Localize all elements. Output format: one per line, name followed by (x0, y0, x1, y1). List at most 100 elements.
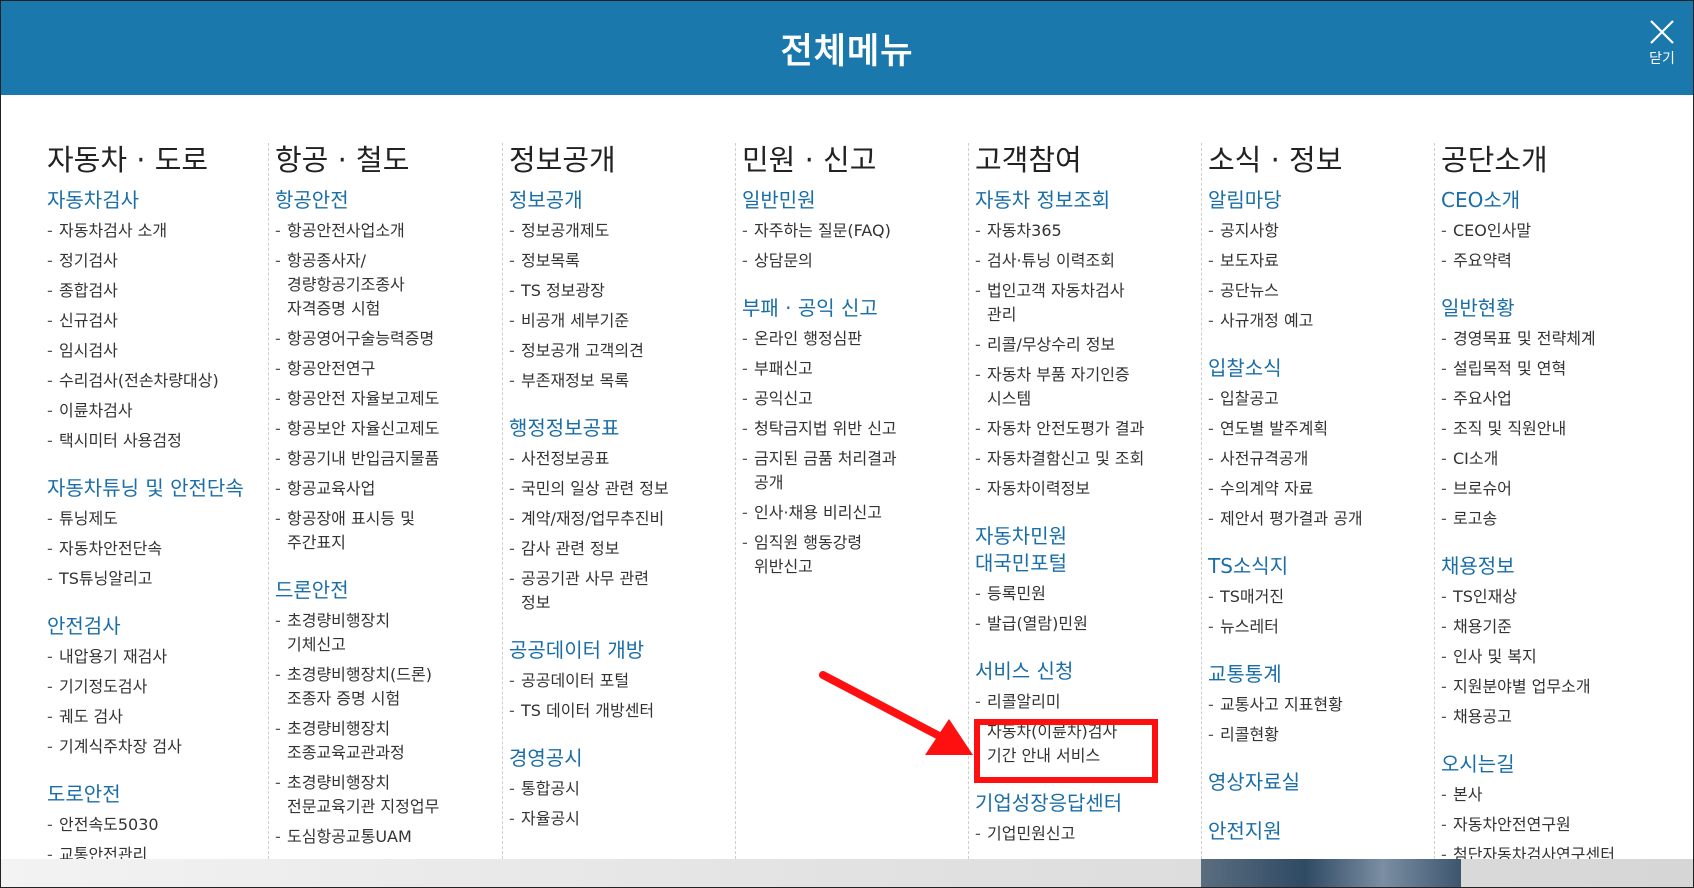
menu-item-link[interactable]: 자동차 부품 자기인증 시스템 (975, 363, 1194, 411)
menu-item-link[interactable]: 주요사업 (1441, 387, 1668, 411)
menu-item-link[interactable]: 교통안전관리 (47, 843, 261, 859)
column-title[interactable]: 공단소개 (1441, 143, 1674, 177)
section-title-link[interactable]: 교통통계 (1208, 661, 1427, 688)
menu-item-link[interactable]: 튜닝제도 (47, 507, 261, 531)
menu-item-link[interactable]: 택시미터 사용검정 (47, 429, 261, 453)
section-title-link[interactable]: 일반민원 (742, 187, 961, 214)
section-title-link[interactable]: 입찰소식 (1208, 355, 1427, 382)
menu-item-link[interactable]: 제안서 평가결과 공개 (1208, 507, 1427, 531)
menu-item-link[interactable]: 기계식주차장 검사 (47, 735, 261, 759)
section-title-link[interactable]: 행정정보공표 (509, 415, 728, 442)
menu-item-link[interactable]: 공단뉴스 (1208, 279, 1427, 303)
menu-item-link[interactable]: 항공안전사업소개 (275, 219, 494, 243)
menu-item-link[interactable]: 이륜차검사 (47, 399, 261, 423)
menu-item-link[interactable]: 자율공시 (509, 807, 728, 831)
section-title-link[interactable]: CEO소개 (1441, 187, 1674, 214)
menu-item-link[interactable]: 인사 및 복지 (1441, 645, 1668, 669)
menu-item-link[interactable]: 자주하는 질문(FAQ) (742, 219, 961, 243)
section-title-link[interactable]: 안전검사 (47, 613, 261, 640)
section-title-link[interactable]: 기업성장응답센터 (975, 790, 1194, 817)
menu-item-link[interactable]: 국민의 일상 관련 정보 (509, 477, 728, 501)
menu-item-link[interactable]: 본사 (1441, 783, 1668, 807)
menu-item-link[interactable]: 정보목록 (509, 249, 728, 273)
menu-item-link[interactable]: 항공보안 자율신고제도 (275, 417, 494, 441)
section-title-link[interactable]: 오시는길 (1441, 751, 1674, 778)
menu-item-link[interactable]: 법인고객 자동차검사 관리 (975, 279, 1194, 327)
menu-item-link[interactable]: 등록민원 (975, 582, 1194, 606)
menu-item-link[interactable]: 사전규격공개 (1208, 447, 1427, 471)
menu-item-link[interactable]: 공익신고 (742, 387, 961, 411)
menu-item-link[interactable]: 보도자료 (1208, 249, 1427, 273)
menu-item-link[interactable]: 발급(열람)민원 (975, 612, 1194, 636)
section-title-link[interactable]: 일반현황 (1441, 295, 1674, 322)
menu-item-link[interactable]: 사전정보공표 (509, 447, 728, 471)
menu-item-link[interactable]: 경영목표 및 전략체계 (1441, 327, 1668, 351)
menu-item-link[interactable]: 자동차검사 소개 (47, 219, 261, 243)
menu-item-link[interactable]: 내압용기 재검사 (47, 645, 261, 669)
menu-item-link[interactable]: 온라인 행정심판 (742, 327, 961, 351)
section-title-link[interactable]: 자동차 정보조회 (975, 187, 1194, 214)
menu-item-link[interactable]: 조직 및 직원안내 (1441, 417, 1668, 441)
menu-item-link[interactable]: TS튜닝알리고 (47, 567, 261, 591)
menu-item-link[interactable]: 로고송 (1441, 507, 1668, 531)
column-title[interactable]: 민원 · 신고 (742, 143, 961, 177)
section-title-link[interactable]: 알림마당 (1208, 187, 1427, 214)
section-title-link[interactable]: 공공데이터 개방 (509, 637, 728, 664)
menu-item-link[interactable]: 정보공개 고객의견 (509, 339, 728, 363)
menu-item-link[interactable]: 검사·튜닝 이력조회 (975, 249, 1194, 273)
menu-item-link[interactable]: 설립목적 및 연혁 (1441, 357, 1668, 381)
section-title-link[interactable]: 자동차튜닝 및 안전단속 (47, 475, 261, 502)
menu-item-link[interactable]: 공지사항 (1208, 219, 1427, 243)
section-title-link[interactable]: 영상자료실 (1208, 769, 1427, 796)
menu-item-link[interactable]: CI소개 (1441, 447, 1668, 471)
menu-item-link[interactable]: 채용공고 (1441, 705, 1668, 729)
section-title-link[interactable]: 부패 · 공익 신고 (742, 295, 961, 322)
menu-item-link[interactable]: 정보공개제도 (509, 219, 728, 243)
menu-item-link[interactable]: TS 정보광장 (509, 279, 728, 303)
column-title[interactable]: 소식 · 정보 (1208, 143, 1427, 177)
menu-item-link[interactable]: 입찰공고 (1208, 387, 1427, 411)
menu-item-link[interactable]: CEO인사말 (1441, 219, 1668, 243)
menu-item-link[interactable]: 첨단자동차검사연구센터 (1441, 843, 1668, 859)
menu-item-link[interactable]: 부패신고 (742, 357, 961, 381)
menu-item-link[interactable]: 자동차이력정보 (975, 477, 1194, 501)
menu-item-link[interactable]: 청탁금지법 위반 신고 (742, 417, 961, 441)
menu-item-link[interactable]: 도심항공교통UAM (275, 825, 494, 849)
menu-item-link[interactable]: TS매거진 (1208, 585, 1427, 609)
menu-item-link[interactable]: 리콜알리미 (975, 690, 1194, 714)
menu-item-link[interactable]: 궤도 검사 (47, 705, 261, 729)
menu-item-link[interactable]: 리콜/무상수리 정보 (975, 333, 1194, 357)
section-title-link[interactable]: 경영공시 (509, 745, 728, 772)
column-title[interactable]: 자동차 · 도로 (47, 143, 261, 177)
menu-item-link[interactable]: 수의계약 자료 (1208, 477, 1427, 501)
menu-item-link[interactable]: 자동차안전연구원 (1441, 813, 1668, 837)
menu-item-link[interactable]: 항공영어구술능력증명 (275, 327, 494, 351)
menu-item-link[interactable]: 임직원 행동강령 위반신고 (742, 531, 961, 579)
menu-item-link[interactable]: 정기검사 (47, 249, 261, 273)
menu-item-link[interactable]: 리콜현황 (1208, 723, 1427, 747)
menu-item-link[interactable]: 통합공시 (509, 777, 728, 801)
menu-item-link[interactable]: 상담문의 (742, 249, 961, 273)
column-title[interactable]: 항공 · 철도 (275, 143, 494, 177)
section-title-link[interactable]: 안전지원 (1208, 818, 1427, 845)
menu-item-link[interactable]: 부존재정보 목록 (509, 369, 728, 393)
menu-item-link[interactable]: 종합검사 (47, 279, 261, 303)
menu-item-link[interactable]: TS 데이터 개방센터 (509, 699, 728, 723)
menu-item-link[interactable]: 기기정도검사 (47, 675, 261, 699)
menu-item-link[interactable]: 자동차안전단속 (47, 537, 261, 561)
menu-item-link[interactable]: 인사·채용 비리신고 (742, 501, 961, 525)
menu-item-link[interactable]: 교통사고 지표현황 (1208, 693, 1427, 717)
menu-item-link[interactable]: 항공교육사업 (275, 477, 494, 501)
menu-item-link[interactable]: 초경량비행장치 조종교육교관과정 (275, 717, 494, 765)
section-title-link[interactable]: 서비스 신청 (975, 658, 1194, 685)
menu-item-link[interactable]: 안전속도5030 (47, 813, 261, 837)
menu-item-link[interactable]: 초경량비행장치(드론) 조종자 증명 시험 (275, 663, 494, 711)
menu-item-link[interactable]: 자동차365 (975, 219, 1194, 243)
menu-item-link[interactable]: 사규개정 예고 (1208, 309, 1427, 333)
column-title[interactable]: 정보공개 (509, 143, 728, 177)
menu-item-link[interactable]: 자동차 안전도평가 결과 (975, 417, 1194, 441)
menu-item-link[interactable]: TS인재상 (1441, 585, 1668, 609)
menu-item-link[interactable]: 주요약력 (1441, 249, 1668, 273)
menu-item-link[interactable]: 초경량비행장치 기체신고 (275, 609, 494, 657)
section-title-link[interactable]: 드론안전 (275, 577, 494, 604)
